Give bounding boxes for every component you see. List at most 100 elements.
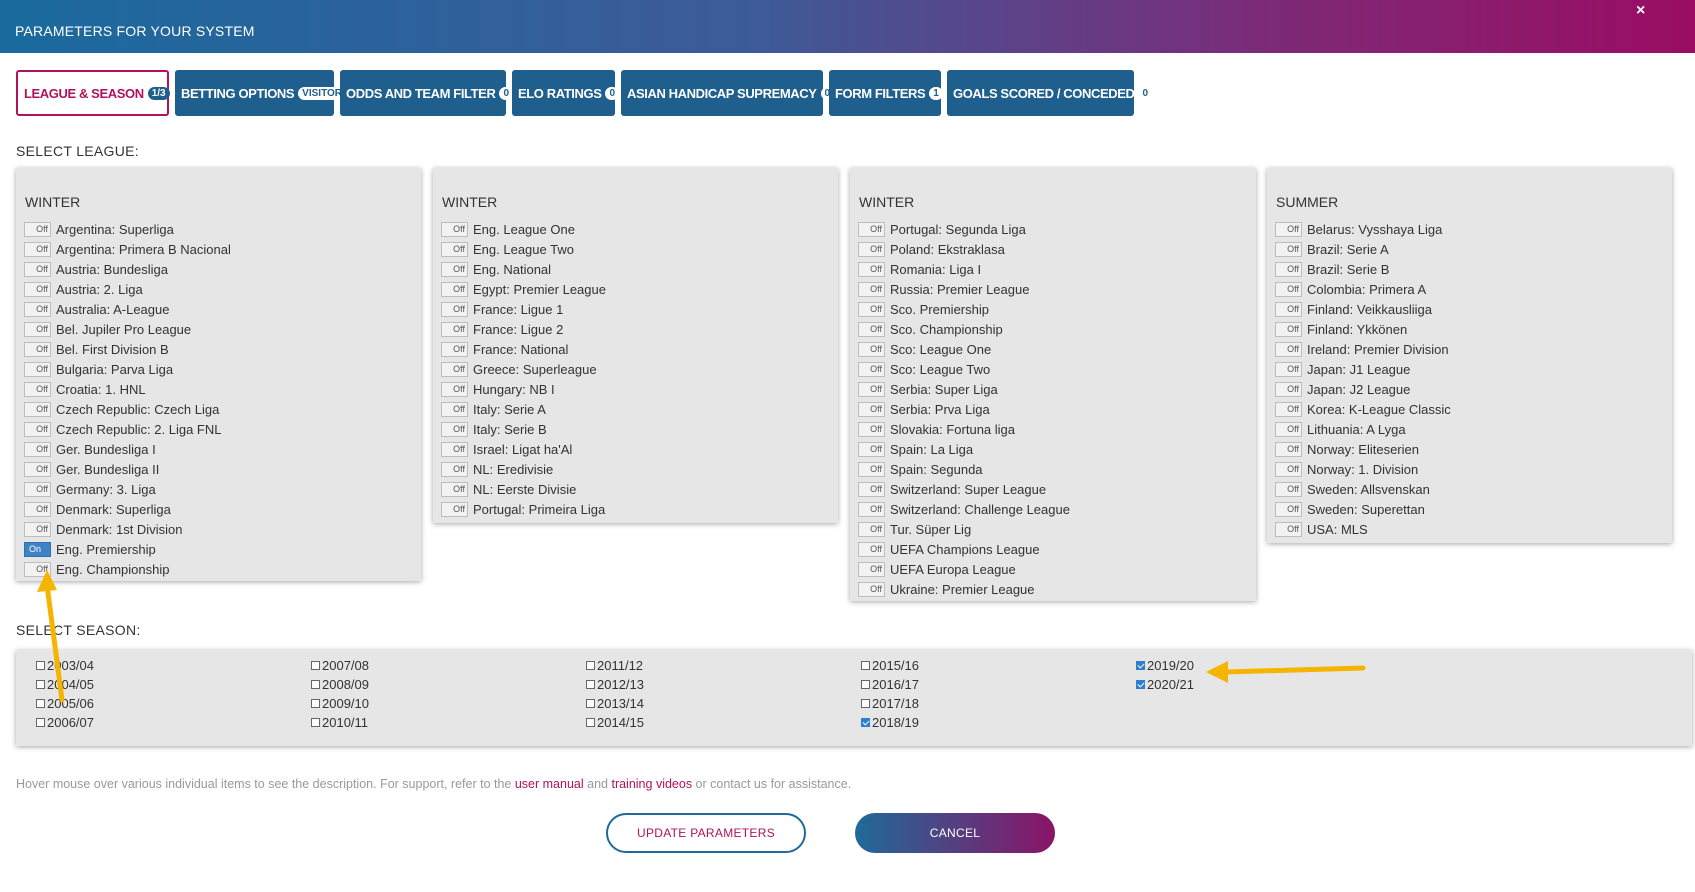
league-item[interactable]: Off Sweden: Superettan <box>1275 499 1451 519</box>
league-toggle[interactable]: Off <box>1275 261 1302 277</box>
league-toggle[interactable]: Off <box>858 361 885 377</box>
league-item[interactable]: Off Ireland: Premier Division <box>1275 339 1451 359</box>
league-toggle[interactable]: Off <box>858 581 885 597</box>
league-toggle[interactable]: Off <box>1275 341 1302 357</box>
league-item[interactable]: Off Eng. League One <box>441 219 606 239</box>
league-toggle[interactable]: Off <box>1275 461 1302 477</box>
league-item[interactable]: Off Bel. Jupiler Pro League <box>24 319 231 339</box>
league-toggle[interactable]: Off <box>441 221 468 237</box>
league-toggle[interactable]: Off <box>24 321 51 337</box>
league-item[interactable]: Off Japan: J2 League <box>1275 379 1451 399</box>
season-checkbox[interactable] <box>1136 680 1145 689</box>
league-toggle[interactable]: Off <box>1275 441 1302 457</box>
league-toggle[interactable]: Off <box>858 321 885 337</box>
league-toggle[interactable]: Off <box>1275 501 1302 517</box>
league-toggle[interactable]: Off <box>24 421 51 437</box>
league-toggle[interactable]: Off <box>1275 221 1302 237</box>
tab-goals-scored-conceded[interactable]: GOALS SCORED / CONCEDED 0 <box>947 70 1153 116</box>
league-toggle[interactable]: Off <box>24 521 51 537</box>
league-item[interactable]: Off Serbia: Prva Liga <box>858 399 1070 419</box>
season-item[interactable]: 2004/05 <box>36 675 94 694</box>
league-item[interactable]: Off Norway: 1. Division <box>1275 459 1451 479</box>
season-checkbox[interactable] <box>861 718 870 727</box>
league-toggle[interactable]: Off <box>441 321 468 337</box>
league-toggle[interactable]: Off <box>24 461 51 477</box>
league-item[interactable]: Off Denmark: 1st Division <box>24 519 231 539</box>
league-toggle[interactable]: Off <box>858 501 885 517</box>
league-toggle[interactable]: Off <box>858 521 885 537</box>
season-checkbox[interactable] <box>861 680 870 689</box>
league-item[interactable]: Off USA: MLS <box>1275 519 1451 539</box>
tab-league-season[interactable]: LEAGUE & SEASON 1/3 <box>16 70 170 116</box>
league-toggle[interactable]: Off <box>1275 281 1302 297</box>
season-item[interactable]: 2018/19 <box>861 713 919 732</box>
league-toggle[interactable]: Off <box>441 501 468 517</box>
league-toggle[interactable]: Off <box>441 361 468 377</box>
league-item[interactable]: Off Sweden: Allsvenskan <box>1275 479 1451 499</box>
league-toggle[interactable]: Off <box>1275 301 1302 317</box>
season-item[interactable]: 2014/15 <box>586 713 644 732</box>
season-item[interactable]: 2003/04 <box>36 656 94 675</box>
league-item[interactable]: Off Japan: J1 League <box>1275 359 1451 379</box>
season-checkbox[interactable] <box>586 661 595 670</box>
league-toggle[interactable]: Off <box>1275 421 1302 437</box>
league-item[interactable]: Off Czech Republic: 2. Liga FNL <box>24 419 231 439</box>
league-toggle[interactable]: Off <box>858 341 885 357</box>
league-item[interactable]: Off Italy: Serie B <box>441 419 606 439</box>
league-toggle[interactable]: Off <box>1275 241 1302 257</box>
league-toggle[interactable]: Off <box>858 281 885 297</box>
league-item[interactable]: Off NL: Eredivisie <box>441 459 606 479</box>
league-item[interactable]: Off Tur. Süper Lig <box>858 519 1070 539</box>
league-toggle[interactable]: Off <box>858 461 885 477</box>
tab-form-filters[interactable]: FORM FILTERS 1 <box>829 70 943 116</box>
league-item[interactable]: Off Argentina: Superliga <box>24 219 231 239</box>
league-item[interactable]: Off France: National <box>441 339 606 359</box>
season-item[interactable]: 2013/14 <box>586 694 644 713</box>
league-toggle[interactable]: Off <box>858 441 885 457</box>
league-item[interactable]: Off Eng. League Two <box>441 239 606 259</box>
league-item[interactable]: Off France: Ligue 2 <box>441 319 606 339</box>
league-item[interactable]: Off Ger. Bundesliga I <box>24 439 231 459</box>
season-checkbox[interactable] <box>311 718 320 727</box>
league-item[interactable]: Off Portugal: Primeira Liga <box>441 499 606 519</box>
season-checkbox[interactable] <box>36 699 45 708</box>
league-toggle[interactable]: Off <box>24 241 51 257</box>
league-toggle[interactable]: Off <box>24 561 51 577</box>
league-item[interactable]: Off Switzerland: Super League <box>858 479 1070 499</box>
league-toggle[interactable]: On <box>24 541 51 557</box>
league-toggle[interactable]: Off <box>858 221 885 237</box>
season-item[interactable]: 2011/12 <box>586 656 644 675</box>
league-toggle[interactable]: Off <box>441 281 468 297</box>
league-toggle[interactable]: Off <box>858 301 885 317</box>
season-checkbox[interactable] <box>36 680 45 689</box>
league-item[interactable]: Off Spain: Segunda <box>858 459 1070 479</box>
season-item[interactable]: 2005/06 <box>36 694 94 713</box>
season-checkbox[interactable] <box>586 699 595 708</box>
league-item[interactable]: Off Belarus: Vysshaya Liga <box>1275 219 1451 239</box>
league-item[interactable]: Off Ger. Bundesliga II <box>24 459 231 479</box>
season-item[interactable]: 2019/20 <box>1136 656 1194 675</box>
league-item[interactable]: Off Sco: League One <box>858 339 1070 359</box>
season-checkbox[interactable] <box>586 680 595 689</box>
league-toggle[interactable]: Off <box>1275 481 1302 497</box>
season-checkbox[interactable] <box>586 718 595 727</box>
league-toggle[interactable]: Off <box>441 381 468 397</box>
league-toggle[interactable]: Off <box>24 341 51 357</box>
season-item[interactable]: 2006/07 <box>36 713 94 732</box>
league-toggle[interactable]: Off <box>24 501 51 517</box>
league-item[interactable]: Off Sco. Championship <box>858 319 1070 339</box>
league-item[interactable]: Off Croatia: 1. HNL <box>24 379 231 399</box>
league-toggle[interactable]: Off <box>441 401 468 417</box>
league-toggle[interactable]: Off <box>1275 361 1302 377</box>
league-toggle[interactable]: Off <box>441 441 468 457</box>
league-toggle[interactable]: Off <box>24 361 51 377</box>
league-toggle[interactable]: Off <box>858 241 885 257</box>
season-item[interactable]: 2012/13 <box>586 675 644 694</box>
league-toggle[interactable]: Off <box>858 541 885 557</box>
league-item[interactable]: Off UEFA Europa League <box>858 559 1070 579</box>
season-item[interactable]: 2010/11 <box>311 713 369 732</box>
league-item[interactable]: Off Slovakia: Fortuna liga <box>858 419 1070 439</box>
league-toggle[interactable]: Off <box>24 401 51 417</box>
league-toggle[interactable]: Off <box>441 301 468 317</box>
league-item[interactable]: Off Germany: 3. Liga <box>24 479 231 499</box>
